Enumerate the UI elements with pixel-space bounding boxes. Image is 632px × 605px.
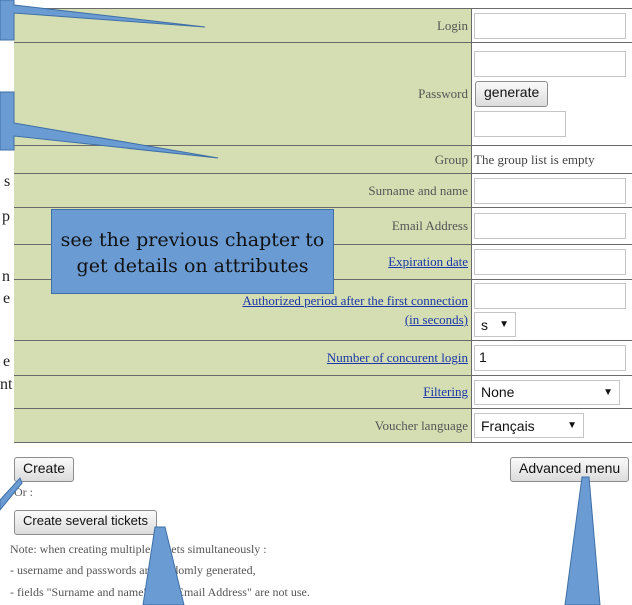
chevron-down-icon: ▼: [499, 319, 509, 330]
note-line-2: - username and passwords are randomly ge…: [10, 563, 256, 577]
create-button[interactable]: Create: [14, 457, 75, 482]
row-filtering: Filtering None ▼: [14, 375, 632, 408]
callout-box: see the previous chapter to get details …: [51, 209, 334, 294]
row-name: Surname and name: [14, 173, 632, 207]
create-several-button[interactable]: Create several tickets: [14, 510, 157, 535]
name-label: Surname and name: [14, 174, 472, 207]
generate-button[interactable]: generate: [475, 81, 549, 107]
period-unit-select[interactable]: s ▼: [474, 312, 516, 337]
language-label: Voucher language: [14, 409, 472, 442]
language-select[interactable]: Français ▼: [474, 413, 584, 438]
advanced-menu-button[interactable]: Advanced menu: [510, 457, 630, 482]
note-line-3: - fields "Surname and name" and "Email A…: [10, 585, 310, 599]
chevron-down-icon: ▼: [567, 420, 577, 431]
side-text-3: n: [2, 268, 10, 285]
group-value: The group list is empty: [472, 146, 632, 173]
password-label: Password: [14, 43, 472, 145]
password-confirm-input[interactable]: [474, 111, 566, 137]
row-login: Login: [14, 8, 632, 42]
row-concurrent: Number of concurent login 1: [14, 340, 632, 375]
side-text-4: e: [3, 290, 11, 307]
note-line-1: Note: when creating multiple tickets sim…: [10, 542, 267, 556]
group-label: Group: [14, 146, 472, 173]
period-input[interactable]: [474, 283, 626, 309]
filtering-label[interactable]: Filtering: [14, 376, 472, 408]
login-label: Login: [14, 9, 472, 42]
email-input[interactable]: [474, 213, 626, 239]
side-text-1: s: [4, 173, 11, 190]
pointer-advanced: [564, 476, 601, 605]
row-password: Password generate: [14, 42, 632, 145]
password-input[interactable]: [474, 51, 626, 77]
chevron-down-icon: ▼: [603, 386, 613, 398]
or-text: Or :: [14, 485, 33, 499]
row-group: Group The group list is empty: [14, 145, 632, 173]
side-text-2: p: [2, 208, 10, 225]
login-input[interactable]: [474, 12, 626, 39]
side-text-5: e: [3, 353, 11, 370]
filtering-select[interactable]: None ▼: [474, 379, 620, 405]
concurrent-input[interactable]: 1: [474, 345, 626, 371]
side-text-6: nt: [0, 376, 13, 393]
name-input[interactable]: [474, 177, 626, 204]
row-language: Voucher language Français ▼: [14, 408, 632, 443]
expiration-input[interactable]: [474, 249, 626, 275]
concurrent-label[interactable]: Number of concurent login: [14, 341, 472, 375]
